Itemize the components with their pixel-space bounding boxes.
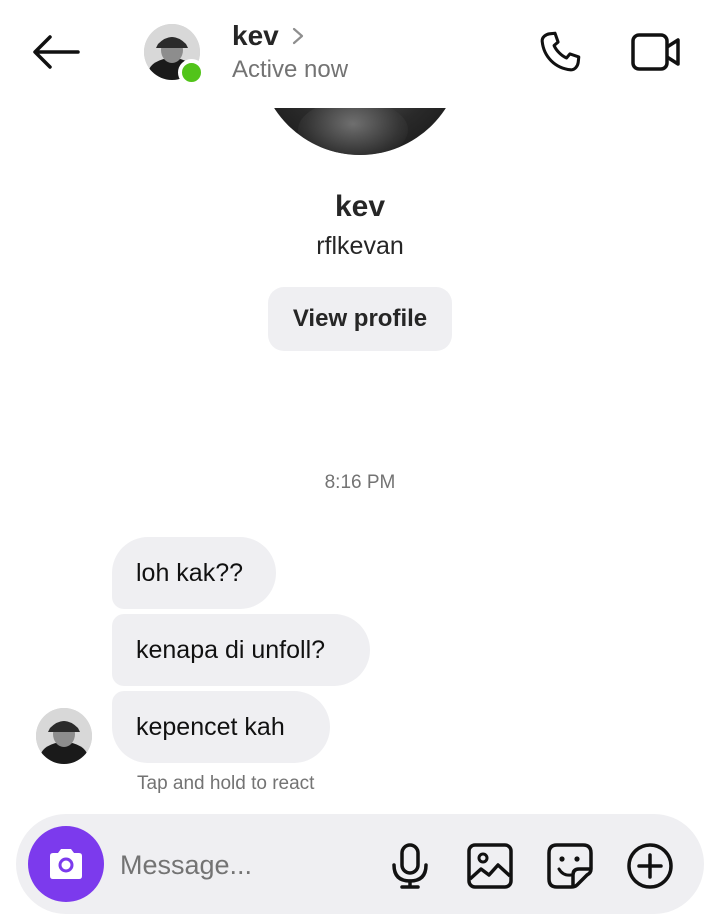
sticker-button[interactable] xyxy=(546,842,594,890)
plus-circle-icon xyxy=(627,843,673,889)
gallery-button[interactable] xyxy=(466,842,514,890)
profile-username: rflkevan xyxy=(316,232,404,260)
view-profile-button[interactable]: View profile xyxy=(268,287,452,351)
back-arrow-icon xyxy=(33,35,80,69)
message-text: kenapa di unfoll? xyxy=(136,635,326,664)
header-name[interactable]: kev xyxy=(232,20,279,52)
video-call-button[interactable] xyxy=(628,26,684,78)
video-camera-icon xyxy=(631,33,680,71)
microphone-icon xyxy=(392,843,428,889)
react-hint: Tap and hold to react xyxy=(137,773,315,794)
header-status: Active now xyxy=(232,56,349,83)
profile-name: kev xyxy=(334,190,386,223)
phone-icon xyxy=(540,31,581,72)
chevron-right-icon xyxy=(292,27,304,45)
message-bubble[interactable]: kepencet kah xyxy=(112,691,330,763)
camera-icon xyxy=(50,849,82,879)
sticker-icon xyxy=(547,843,593,889)
message-text: kepencet kah xyxy=(136,712,285,741)
sender-avatar[interactable] xyxy=(36,708,92,764)
online-status-dot xyxy=(178,59,205,86)
more-options-button[interactable] xyxy=(626,842,674,890)
voice-call-button[interactable] xyxy=(534,26,586,78)
chat-header: kev Active now xyxy=(0,0,720,108)
message-timestamp: 8:16 PM xyxy=(324,472,396,493)
message-bubble[interactable]: kenapa di unfoll? xyxy=(112,614,370,686)
back-button[interactable] xyxy=(30,30,82,74)
message-text: loh kak?? xyxy=(136,558,244,587)
gallery-icon xyxy=(467,843,513,889)
message-bubble[interactable]: loh kak?? xyxy=(112,537,276,609)
camera-button[interactable] xyxy=(28,826,104,902)
voice-message-button[interactable] xyxy=(386,842,434,890)
chat-screen: kev rflkevan View profile kev Active now xyxy=(0,0,720,923)
message-input[interactable] xyxy=(120,840,370,890)
